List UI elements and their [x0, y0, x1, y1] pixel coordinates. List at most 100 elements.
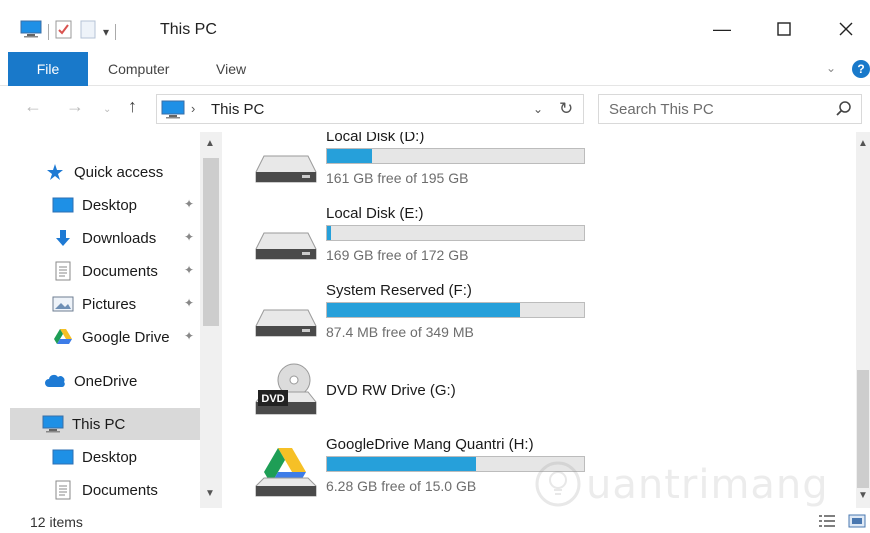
sidebar-item-label: OneDrive: [74, 372, 138, 390]
maximize-button[interactable]: [760, 14, 808, 44]
lightbulb-logo-icon: [535, 461, 581, 507]
sidebar-item-this-pc[interactable]: This PC: [10, 408, 200, 440]
close-icon: [839, 22, 853, 36]
status-bar: 12 items: [0, 508, 870, 533]
sidebar-item-label: Desktop: [82, 448, 138, 466]
scroll-up-icon[interactable]: ▲: [858, 138, 868, 149]
pin-icon: ✦: [183, 329, 194, 343]
toolbar-separator: [48, 23, 49, 40]
desktop-icon: [52, 448, 74, 466]
navigation-bar: ← → ⌄ ↑ › This PC ⌄ ↻ Search This PC: [0, 86, 870, 132]
recent-locations-chevron-icon[interactable]: ⌄: [103, 104, 111, 115]
sidebar-item-label: Pictures: [82, 295, 137, 313]
drive-usage-fill: [327, 303, 520, 317]
tab-view[interactable]: View: [200, 52, 262, 86]
download-arrow-icon: [52, 229, 74, 247]
properties-icon[interactable]: [55, 19, 73, 44]
drive-name: System Reserved (F:): [326, 282, 472, 299]
sidebar-item-label: This PC: [72, 415, 126, 433]
expand-ribbon-icon[interactable]: ⌄: [826, 61, 836, 75]
up-button[interactable]: ↑: [128, 96, 137, 117]
toolbar-separator: [115, 23, 117, 40]
dvd-drive-icon: DVD: [254, 362, 318, 418]
sidebar-item-label: Documents: [82, 262, 158, 280]
star-icon: [44, 163, 66, 181]
watermark: uantrimang: [534, 456, 834, 516]
sidebar-item-label: Desktop: [82, 196, 138, 214]
drive-name: GoogleDrive Mang Quantri (H:): [326, 436, 534, 453]
content-scrollbar-thumb[interactable]: [857, 370, 869, 488]
drive-name: DVD RW Drive (G:): [326, 382, 456, 399]
scroll-down-icon[interactable]: ▼: [858, 490, 868, 501]
sidebar-item-documents-2[interactable]: Documents: [52, 474, 200, 506]
hard-disk-icon: [254, 306, 318, 340]
details-view-icon[interactable]: [818, 514, 836, 528]
address-bar[interactable]: › This PC ⌄ ↻: [156, 94, 584, 124]
sidebar-item-documents[interactable]: Documents ✦: [52, 255, 200, 287]
search-placeholder: Search This PC: [609, 101, 714, 118]
drive-free-space: 6.28 GB free of 15.0 GB: [326, 478, 477, 494]
search-input[interactable]: Search This PC: [598, 94, 862, 124]
back-button[interactable]: ←: [24, 96, 42, 117]
computer-icon[interactable]: [20, 20, 42, 43]
watermark-text: uantrimang: [586, 462, 829, 508]
forward-button[interactable]: →: [66, 96, 84, 117]
sidebar-item-label: Downloads: [82, 229, 157, 247]
sidebar-item-label: Documents: [82, 481, 158, 499]
hard-disk-icon: [254, 229, 318, 263]
cloud-icon: [44, 372, 66, 390]
quick-access-toolbar: ▾: [20, 19, 117, 44]
item-count: 12 items: [30, 514, 83, 530]
sidebar-item-downloads[interactable]: Downloads ✦: [52, 222, 200, 254]
close-button[interactable]: [822, 14, 870, 44]
drive-usage-fill: [327, 149, 372, 163]
search-icon[interactable]: [835, 100, 853, 123]
drive-name: Local Disk (E:): [326, 205, 424, 222]
large-icons-view-icon[interactable]: [848, 514, 866, 528]
dvd-icon-label: DVD: [261, 393, 284, 405]
document-icon: [52, 480, 74, 500]
drive-item-e[interactable]: Local Disk (E:) 169 GB free of 172 GB: [254, 205, 585, 275]
document-icon: [52, 261, 74, 281]
drive-free-space: 87.4 MB free of 349 MB: [326, 324, 474, 340]
maximize-icon: [777, 22, 791, 36]
customize-toolbar-icon[interactable]: ▾: [103, 25, 109, 39]
hard-disk-icon: [254, 152, 318, 186]
drive-item-f[interactable]: System Reserved (F:) 87.4 MB free of 349…: [254, 282, 585, 352]
pin-icon: ✦: [183, 197, 194, 211]
minimize-button[interactable]: —: [698, 14, 746, 44]
sidebar-item-quick-access[interactable]: Quick access: [44, 156, 200, 188]
drive-free-space: 169 GB free of 172 GB: [326, 247, 469, 263]
sidebar-item-desktop-2[interactable]: Desktop: [52, 441, 200, 473]
drive-usage-bar: [326, 148, 585, 164]
tab-file[interactable]: File: [8, 52, 88, 86]
sidebar-item-label: Quick access: [74, 163, 164, 181]
new-folder-icon[interactable]: [79, 19, 97, 44]
drive-free-space: 161 GB free of 195 GB: [326, 170, 469, 186]
file-list: Local Disk (D:) 161 GB free of 195 GB Lo…: [224, 132, 856, 508]
refresh-icon[interactable]: ↻: [559, 99, 573, 119]
sidebar-item-desktop[interactable]: Desktop ✦: [52, 189, 200, 221]
scroll-up-icon[interactable]: ▲: [205, 138, 215, 149]
help-icon[interactable]: ?: [852, 60, 870, 78]
address-dropdown-icon[interactable]: ⌄: [533, 102, 543, 116]
pictures-icon: [52, 295, 74, 313]
scroll-down-icon[interactable]: ▼: [205, 488, 215, 499]
drive-item-d[interactable]: Local Disk (D:) 161 GB free of 195 GB: [254, 132, 585, 198]
drive-usage-fill: [327, 457, 477, 471]
drive-usage-bar: [326, 225, 585, 241]
breadcrumb-chevron-icon[interactable]: ›: [191, 101, 195, 116]
tab-computer[interactable]: Computer: [92, 52, 185, 86]
sidebar-item-onedrive[interactable]: OneDrive: [44, 365, 200, 397]
sidebar-scrollbar-thumb[interactable]: [203, 158, 219, 326]
drive-usage-bar: [326, 302, 585, 318]
google-drive-disk-icon: [254, 446, 318, 498]
sidebar-item-pictures[interactable]: Pictures ✦: [52, 288, 200, 320]
pin-icon: ✦: [183, 296, 194, 310]
breadcrumb-this-pc[interactable]: This PC: [211, 101, 264, 118]
sidebar-item-google-drive[interactable]: Google Drive ✦: [52, 321, 200, 353]
drive-item-g[interactable]: DVD DVD RW Drive (G:): [254, 358, 584, 428]
window-title: This PC: [160, 21, 217, 38]
sidebar-item-label: Google Drive: [82, 328, 170, 346]
computer-icon: [161, 100, 185, 125]
